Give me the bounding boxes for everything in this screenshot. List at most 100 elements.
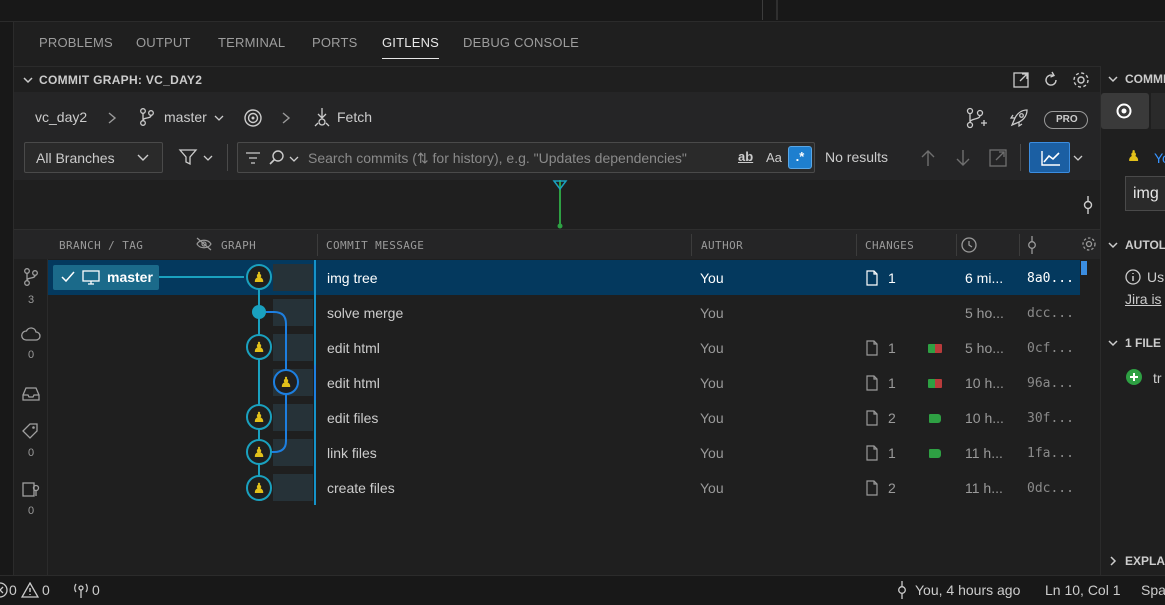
commit-details-panel: COMMI ♟ Yo img AUTOL Us Jira is 1 FILE t… [1100, 66, 1165, 575]
changed-files-count: 1 [888, 375, 896, 391]
search-commit-tab[interactable] [1101, 93, 1149, 129]
chevron-down-icon[interactable] [203, 154, 213, 162]
column-author[interactable]: AUTHOR [701, 239, 743, 252]
error-icon[interactable] [0, 582, 8, 598]
cursor-position[interactable]: Ln 10, Col 1 [1045, 582, 1121, 598]
match-whole-word-toggle[interactable]: ab [738, 149, 753, 164]
target-icon[interactable] [243, 108, 263, 128]
filter-icon[interactable] [178, 148, 198, 166]
broadcast-icon[interactable] [72, 581, 90, 599]
explain-header[interactable]: EXPLA [1125, 554, 1165, 568]
scrollbar-thumb[interactable] [1081, 261, 1087, 275]
chevron-down-icon[interactable] [1073, 154, 1083, 162]
tag-count: 0 [27, 447, 35, 459]
clock-icon[interactable] [960, 236, 978, 254]
commit-node[interactable]: ♟ [246, 404, 272, 430]
tab-terminal[interactable]: TERMINAL [218, 35, 285, 50]
rail-remotes[interactable]: 0 [14, 326, 48, 361]
warning-count[interactable]: 0 [42, 582, 50, 598]
deletions-bar [935, 344, 942, 353]
avatar: ♟ [253, 269, 266, 285]
git-blame-status[interactable]: You, 4 hours ago [915, 582, 1020, 598]
column-branch-tag[interactable]: BRANCH / TAG [59, 239, 143, 252]
rail-stashes[interactable] [14, 386, 48, 405]
column-separator[interactable] [691, 234, 692, 256]
chevron-down-icon[interactable] [1107, 73, 1119, 85]
column-commit-message[interactable]: COMMIT MESSAGE [326, 239, 424, 252]
fetch-icon[interactable] [312, 106, 332, 128]
files-changed-header[interactable]: 1 FILE [1125, 336, 1161, 350]
commit-author-link[interactable]: Yo [1154, 150, 1165, 166]
gear-icon[interactable] [1071, 70, 1091, 90]
refresh-icon[interactable] [1041, 70, 1061, 90]
commit-message-box[interactable]: img [1125, 176, 1165, 211]
jira-link[interactable]: Jira is [1125, 291, 1162, 307]
chevron-down-icon[interactable] [1107, 337, 1119, 349]
column-separator[interactable] [317, 234, 318, 256]
error-count[interactable]: 0 [9, 582, 17, 598]
commit-node[interactable]: ♟ [273, 369, 299, 395]
commit-sha: 0dc... [1027, 481, 1074, 496]
create-pull-request-icon[interactable] [964, 106, 988, 130]
column-separator[interactable] [1019, 234, 1020, 256]
gear-icon[interactable] [1081, 236, 1097, 252]
arrow-up-icon[interactable] [919, 148, 937, 168]
regex-toggle[interactable]: .* [788, 146, 812, 169]
commit-details-header[interactable]: COMMI [1125, 72, 1165, 86]
search-icon[interactable] [268, 149, 286, 167]
rocket-icon[interactable] [1007, 106, 1031, 130]
graph-minimap[interactable] [14, 180, 1100, 230]
commit-node[interactable]: ♟ [246, 334, 272, 360]
tab-ports[interactable]: PORTS [312, 35, 358, 50]
column-separator[interactable] [856, 234, 857, 256]
ports-count[interactable]: 0 [92, 582, 100, 598]
git-commit-icon[interactable] [895, 581, 909, 599]
git-commit-icon[interactable] [1025, 236, 1039, 254]
open-results-icon[interactable] [987, 147, 1009, 169]
chevron-down-icon[interactable] [22, 74, 34, 86]
repo-name[interactable]: vc_day2 [35, 109, 87, 125]
open-in-editor-icon[interactable] [1011, 70, 1031, 90]
arrow-down-icon[interactable] [954, 148, 972, 168]
chevron-down-icon[interactable] [289, 155, 299, 163]
commit-node[interactable]: ♟ [246, 439, 272, 465]
commit-graph-header[interactable]: COMMIT GRAPH: VC_DAY2 [14, 66, 1100, 92]
fetch-button[interactable]: Fetch [337, 109, 372, 125]
list-filter-icon[interactable] [245, 151, 261, 165]
branch-filter-value: All Branches [36, 150, 115, 166]
search-commits-box[interactable]: ab Aa .* [237, 142, 815, 173]
commit-date: 10 h... [965, 410, 1004, 426]
warning-icon[interactable] [21, 582, 39, 598]
indentation-status[interactable]: Spa [1141, 582, 1165, 598]
column-separator[interactable] [956, 234, 957, 256]
rail-branches[interactable]: 3 [14, 267, 48, 306]
chevron-right-icon[interactable] [1107, 555, 1119, 567]
tab-gitlens[interactable]: GITLENS [382, 35, 440, 59]
rail-worktrees[interactable]: 0 [14, 480, 48, 517]
column-changes[interactable]: CHANGES [865, 239, 914, 252]
section-title: COMMIT GRAPH: VC_DAY2 [39, 73, 203, 87]
tab-output[interactable]: OUTPUT [136, 35, 191, 50]
commit-node[interactable]: ♟ [246, 475, 272, 501]
commit-node[interactable]: ♟ [246, 264, 272, 290]
branch-filter-select[interactable]: All Branches [24, 142, 163, 173]
git-commit-icon[interactable] [1080, 196, 1096, 214]
deletions-bar [935, 379, 942, 388]
commit-author: You [700, 375, 724, 391]
current-branch[interactable]: master [164, 109, 207, 125]
eye-closed-icon[interactable] [195, 237, 213, 251]
file-name[interactable]: tr [1153, 370, 1162, 386]
tab-debug-console[interactable]: DEBUG CONSOLE [463, 35, 579, 50]
tag-icon [22, 423, 38, 439]
autolinks-header[interactable]: AUTOL [1125, 238, 1165, 252]
column-graph[interactable]: GRAPH [221, 239, 256, 252]
search-input[interactable] [308, 149, 728, 167]
merge-node[interactable] [252, 305, 266, 319]
match-case-toggle[interactable]: Aa [766, 150, 782, 165]
tab-problems[interactable]: PROBLEMS [39, 35, 113, 50]
pro-badge[interactable]: PRO [1044, 111, 1088, 129]
chevron-down-icon[interactable] [1107, 239, 1119, 251]
rail-tags[interactable]: 0 [14, 422, 48, 459]
minimap-toggle-button[interactable] [1029, 142, 1070, 173]
chevron-down-icon[interactable] [214, 114, 224, 122]
